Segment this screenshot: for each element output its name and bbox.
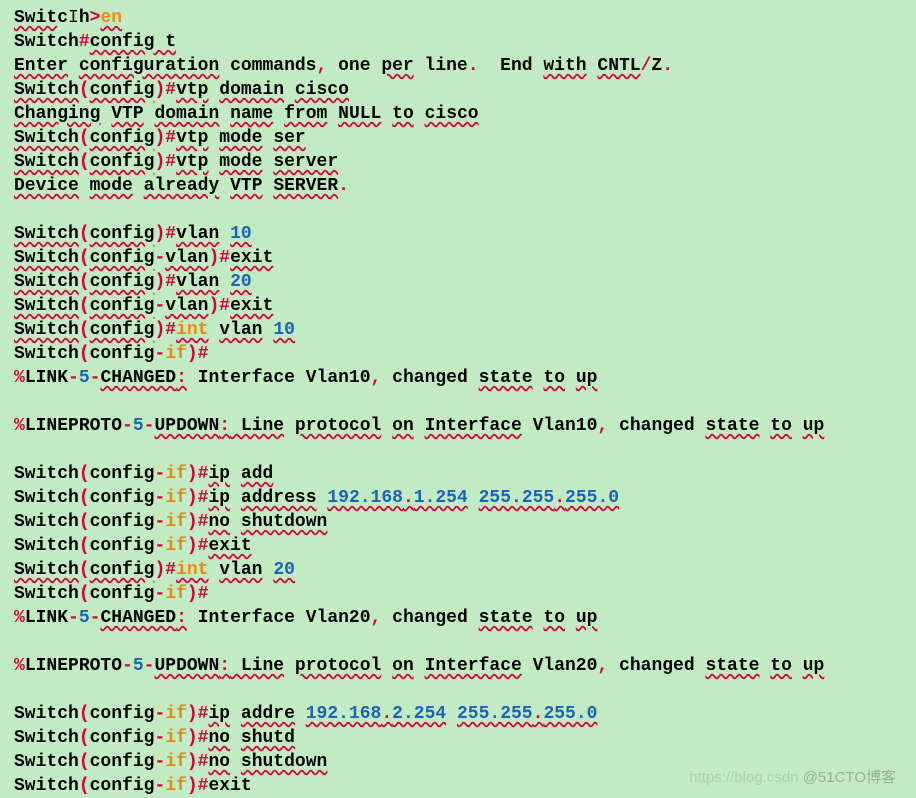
terminal-line: Switch(config-if)#ip add — [14, 462, 902, 486]
terminal-line: Switch(config)#int vlan 10 — [14, 318, 902, 342]
terminal-line: Switch(config-if)#ip address 192.168.1.2… — [14, 486, 902, 510]
terminal-line — [14, 630, 902, 654]
watermark-text: @51CTO博客 — [803, 769, 896, 786]
terminal-line: %LINK-5-CHANGED: Interface Vlan20, chang… — [14, 606, 902, 630]
terminal-line: Switch(config-if)#ip addre 192.168.2.254… — [14, 702, 902, 726]
terminal-line: Switch(config)#vtp domain cisco — [14, 78, 902, 102]
terminal-line — [14, 678, 902, 702]
terminal-line — [14, 198, 902, 222]
terminal-line: Switch(config-if)#no shutd — [14, 726, 902, 750]
terminal-line: Switch(config-if)# — [14, 582, 902, 606]
terminal-line: Switch#config t — [14, 30, 902, 54]
terminal-line: Switch(config)#vtp mode ser — [14, 126, 902, 150]
terminal-line: Switch(config-vlan)#exit — [14, 294, 902, 318]
terminal-line: %LINK-5-CHANGED: Interface Vlan10, chang… — [14, 366, 902, 390]
terminal-line: %LINEPROTO-5-UPDOWN: Line protocol on In… — [14, 414, 902, 438]
watermark: https://blog.csdn @51CTO博客 — [689, 766, 896, 790]
terminal-line: Switch(config-if)#exit — [14, 534, 902, 558]
terminal-line: Switch(config)#vlan 20 — [14, 270, 902, 294]
terminal-line: Switch(config-if)#no shutdown — [14, 510, 902, 534]
terminal-line: SwitcIh>en — [14, 6, 902, 30]
watermark-url: https://blog.csdn — [689, 769, 802, 786]
terminal-line — [14, 438, 902, 462]
terminal-line: %LINEPROTO-5-UPDOWN: Line protocol on In… — [14, 654, 902, 678]
terminal-line: Switch(config)#vtp mode server — [14, 150, 902, 174]
terminal-line: Switch(config)#int vlan 20 — [14, 558, 902, 582]
terminal-line: Changing VTP domain name from NULL to ci… — [14, 102, 902, 126]
terminal-output: SwitcIh>enSwitch#config tEnter configura… — [14, 6, 902, 798]
terminal-line: Enter configuration commands, one per li… — [14, 54, 902, 78]
terminal-line: Switch(config-if)# — [14, 342, 902, 366]
terminal-line — [14, 390, 902, 414]
terminal-line: Switch(config)#vlan 10 — [14, 222, 902, 246]
terminal-line: Switch(config-vlan)#exit — [14, 246, 902, 270]
terminal-line: Device mode already VTP SERVER. — [14, 174, 902, 198]
